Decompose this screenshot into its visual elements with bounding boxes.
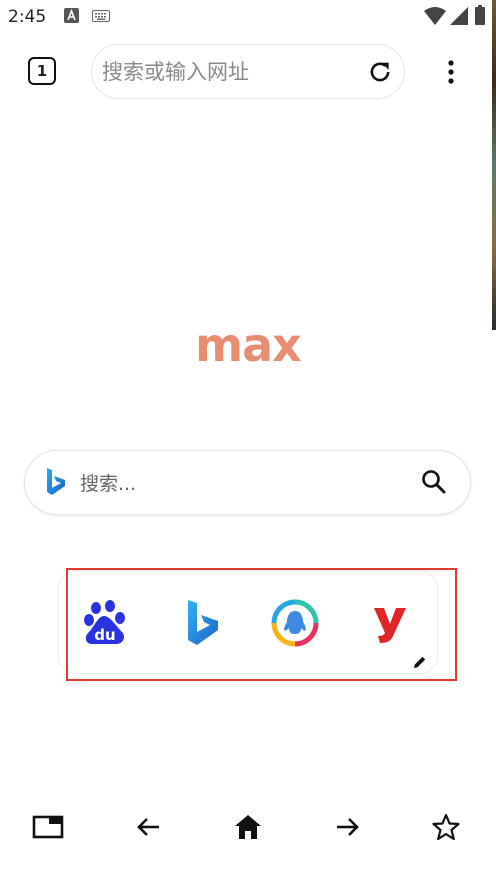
status-time: 2:45	[8, 7, 47, 27]
status-bar: 2:45	[0, 0, 492, 34]
tab-count-button[interactable]: 1	[28, 57, 56, 85]
search-placeholder: 搜索...	[80, 473, 137, 495]
reload-icon[interactable]	[367, 59, 393, 85]
more-menu-icon[interactable]	[443, 58, 459, 86]
shortcuts-highlight-box	[66, 568, 457, 681]
back-arrow-icon[interactable]	[133, 812, 165, 842]
notification-a-icon	[64, 8, 79, 23]
search-icon[interactable]	[420, 468, 448, 496]
edge-strip	[492, 0, 496, 330]
forward-arrow-icon[interactable]	[331, 812, 363, 842]
wifi-icon	[424, 7, 446, 25]
tab-count-label: 1	[36, 62, 48, 80]
max-logo: max	[195, 318, 302, 372]
keyboard-icon	[92, 10, 110, 22]
star-icon[interactable]	[430, 812, 462, 842]
signal-icon	[450, 7, 468, 25]
home-icon[interactable]	[232, 812, 264, 842]
battery-icon	[475, 5, 485, 25]
bing-search-engine-icon[interactable]	[44, 466, 68, 498]
tabs-icon[interactable]	[32, 812, 64, 842]
url-placeholder: 搜索或输入网址	[102, 60, 249, 84]
